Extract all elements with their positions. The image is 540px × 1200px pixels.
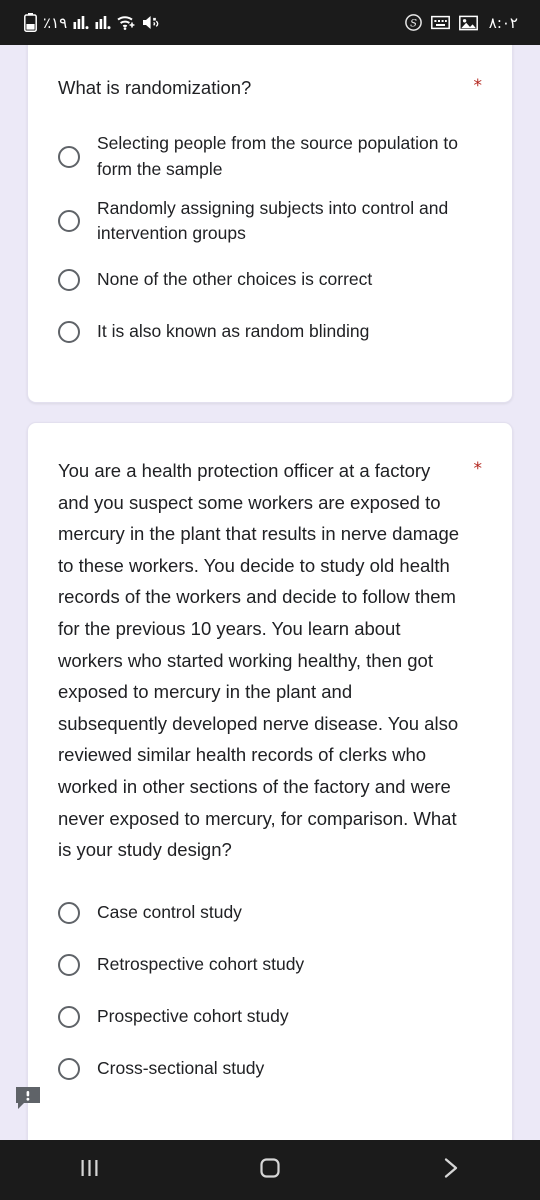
question-card-2: You are a health protection officer at a…: [27, 422, 513, 1140]
question-2-header: You are a health protection officer at a…: [28, 423, 512, 866]
option-label: Randomly assigning subjects into control…: [97, 198, 449, 244]
question-2-title: You are a health protection officer at a…: [58, 460, 460, 861]
option-row[interactable]: Case control study: [58, 894, 482, 932]
question-1-options: Selecting people from the source populat…: [28, 131, 512, 351]
option-row[interactable]: Selecting people from the source populat…: [58, 131, 482, 182]
required-asterisk: *: [473, 459, 483, 479]
question-card-1: What is randomization? * Selecting peopl…: [27, 45, 513, 403]
radio-button-icon[interactable]: [58, 1057, 80, 1080]
option-label: Selecting people from the source populat…: [97, 133, 458, 179]
radio-button-icon[interactable]: [58, 1005, 80, 1028]
recents-icon: [77, 1155, 103, 1186]
option-row[interactable]: Retrospective cohort study: [58, 946, 482, 984]
clock-label: ٨:٠٢: [488, 13, 518, 32]
option-label: Prospective cohort study: [97, 1006, 289, 1027]
svg-text:S: S: [410, 18, 417, 29]
battery-percent-label: ٪١٩: [43, 13, 68, 32]
recents-button[interactable]: [0, 1140, 180, 1200]
option-row[interactable]: None of the other choices is correct: [58, 261, 482, 299]
option-row[interactable]: Prospective cohort study: [58, 998, 482, 1036]
status-bar: ٪١٩ S ٨:٠٢: [0, 0, 540, 45]
android-navigation-bar: [0, 1140, 540, 1200]
form-scroll-area[interactable]: What is randomization? * Selecting peopl…: [0, 45, 540, 1140]
radio-button-icon[interactable]: [58, 268, 80, 291]
radio-button-icon[interactable]: [58, 953, 80, 976]
home-icon: [257, 1155, 283, 1186]
volume-mute-icon: [142, 14, 160, 31]
wifi-icon: [117, 14, 136, 31]
signal-bars-sim1-icon: [73, 14, 89, 31]
question-1-header: What is randomization? *: [28, 45, 512, 101]
question-1-title: What is randomization?: [58, 77, 252, 98]
option-label: Retrospective cohort study: [97, 954, 305, 975]
radio-button-icon[interactable]: [58, 210, 80, 233]
option-row[interactable]: Cross-sectional study: [58, 1050, 482, 1088]
option-label: Case control study: [97, 902, 242, 923]
comment-alert-icon[interactable]: [14, 1085, 42, 1111]
keyboard-icon: [430, 15, 450, 30]
signal-bars-sim2-icon: [95, 14, 111, 31]
back-chevron-icon: [437, 1155, 463, 1186]
required-asterisk: *: [473, 76, 483, 96]
question-2-options: Case control study Retrospective cohort …: [28, 894, 512, 1088]
option-label: It is also known as random blinding: [97, 321, 370, 342]
radio-button-icon[interactable]: [58, 320, 80, 343]
s-circle-icon: S: [404, 14, 422, 31]
radio-button-icon[interactable]: [58, 901, 80, 924]
screenshot-icon: [458, 15, 478, 31]
battery-icon: [24, 13, 37, 32]
radio-button-icon[interactable]: [58, 145, 80, 168]
back-button[interactable]: [360, 1140, 540, 1200]
option-row[interactable]: Randomly assigning subjects into control…: [58, 196, 482, 247]
option-label: Cross-sectional study: [97, 1058, 265, 1079]
home-button[interactable]: [180, 1140, 360, 1200]
option-row[interactable]: It is also known as random blinding: [58, 313, 482, 351]
option-label: None of the other choices is correct: [97, 269, 373, 290]
phone-screen: ٪١٩ S ٨:٠٢ What is randomization? * Sele…: [0, 0, 540, 1200]
status-bar-left-group: ٪١٩: [14, 13, 160, 32]
status-bar-right-group: S ٨:٠٢: [404, 13, 526, 32]
